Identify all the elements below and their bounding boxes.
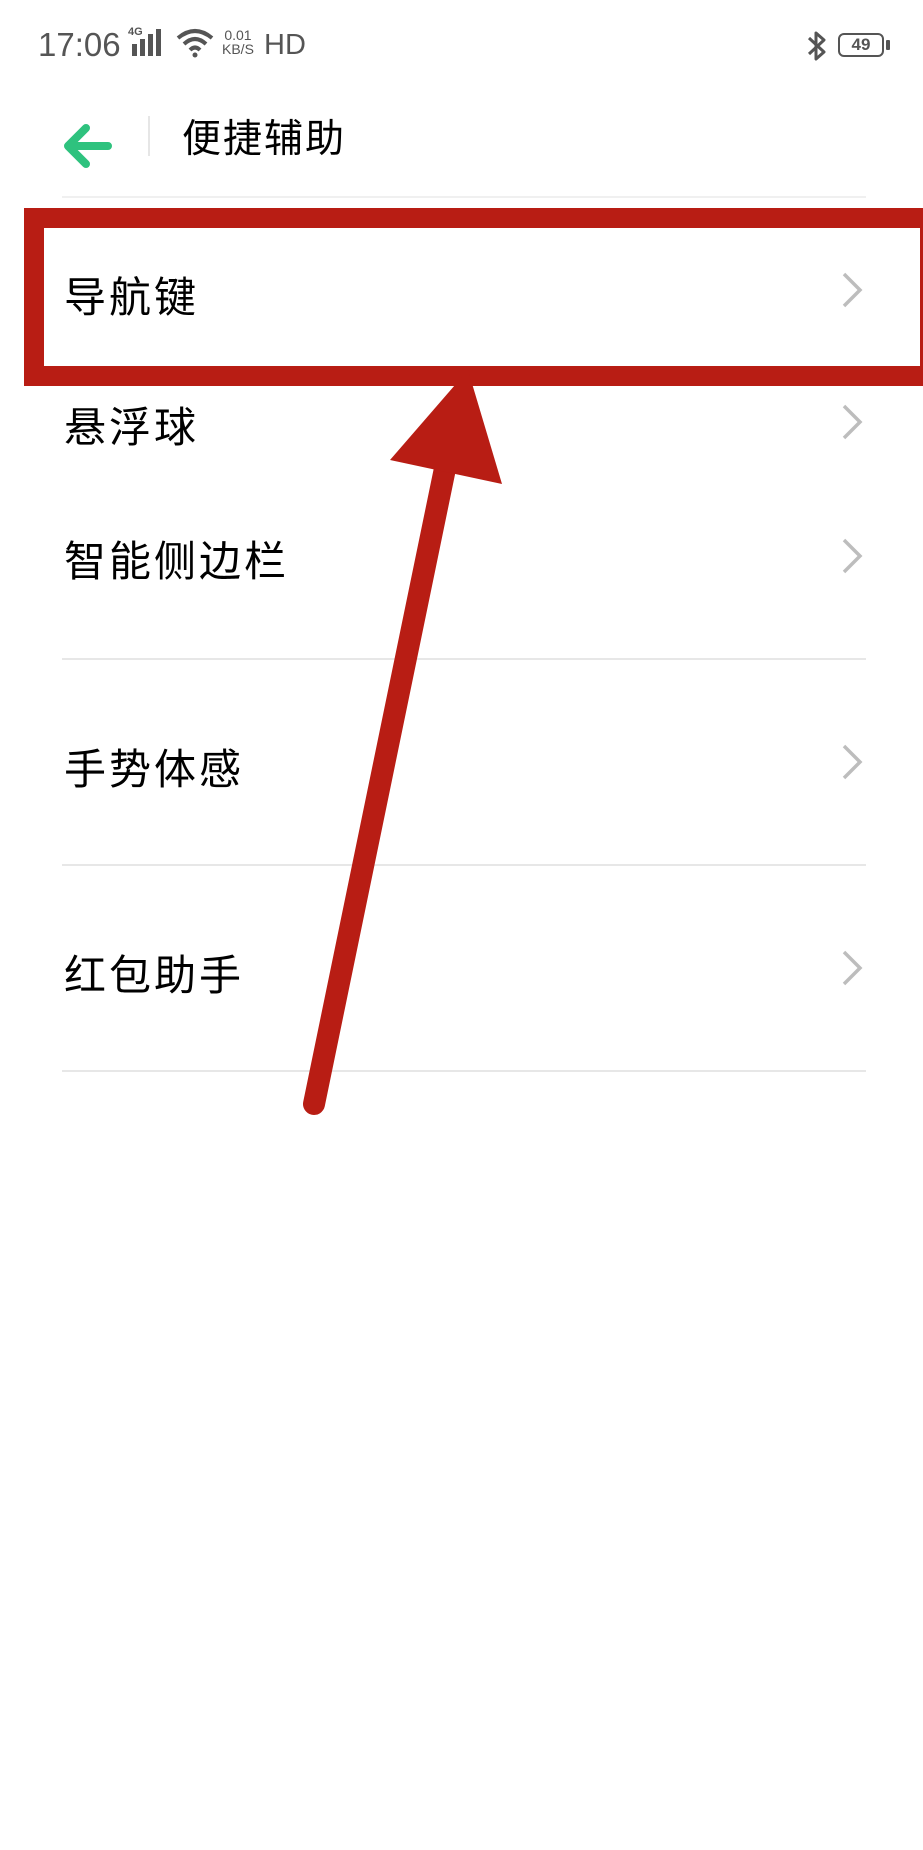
page-title: 便捷辅助 [182, 117, 347, 162]
menu-item-label: 红包助手 [64, 951, 245, 1000]
menu-item-label: 导航键 [64, 273, 200, 322]
header-divider [148, 116, 150, 156]
wifi-icon [176, 28, 214, 58]
network-type: 4G [128, 26, 143, 38]
menu-item-label: 悬浮球 [64, 403, 200, 452]
status-bar: 17:06 4G 0.01 KB/S HD 49 [0, 0, 923, 96]
separator [62, 1070, 866, 1072]
back-button[interactable] [60, 114, 124, 178]
back-arrow-icon [64, 124, 112, 168]
battery-nub [886, 40, 890, 50]
chevron-right-icon [842, 744, 863, 780]
speed-unit: KB/S [222, 41, 254, 57]
chevron-right-icon [842, 950, 863, 986]
chevron-right-icon [842, 272, 863, 308]
menu-item-label: 手势体感 [64, 745, 245, 794]
speed-value: 0.01 [224, 27, 252, 43]
menu-item-label: 智能侧边栏 [64, 537, 290, 586]
menu-item-smart-sidebar[interactable]: 智能侧边栏 [0, 492, 923, 658]
battery-level: 49 [851, 35, 871, 54]
status-time: 17:06 [38, 26, 121, 63]
header-separator [62, 196, 866, 198]
hd-indicator: HD [264, 29, 306, 61]
menu-item-gestures-motions[interactable]: 手势体感 [0, 660, 923, 864]
network-speed: 0.01 KB/S [222, 28, 254, 56]
chevron-right-icon [842, 404, 863, 440]
chevron-right-icon [842, 538, 863, 574]
bluetooth-icon [806, 28, 828, 64]
signal-icon: 4G [128, 26, 166, 60]
menu-item-red-packet-assistant[interactable]: 红包助手 [0, 866, 923, 1070]
header: 便捷辅助 [0, 96, 923, 196]
menu-item-floating-ball[interactable]: 悬浮球 [0, 358, 923, 492]
menu-item-navigation-keys[interactable]: 导航键 [0, 220, 923, 358]
